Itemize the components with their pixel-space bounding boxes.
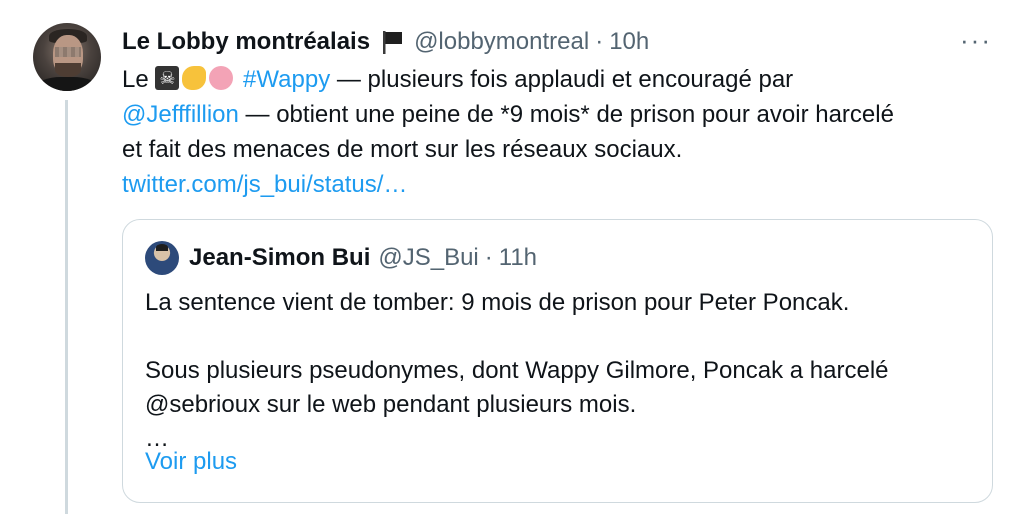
quoted-line-3: @sebrioux sur le web pendant plusieurs m… xyxy=(145,391,637,418)
tweet-text: Le #Wappy — plusieurs fois applaudi et e… xyxy=(122,62,1002,202)
text-le: Le xyxy=(122,66,149,93)
avatar-shirt xyxy=(37,77,97,91)
tweet-line-3: et fait des menaces de mort sur les rése… xyxy=(122,136,683,163)
brain-icon xyxy=(209,66,234,90)
hashtag-link[interactable]: #Wappy xyxy=(243,66,330,93)
avatar-beard xyxy=(55,63,81,77)
quoted-time: 11h xyxy=(498,244,538,271)
pirate-flag-icon xyxy=(155,66,180,90)
tweet-header: Le Lobby montréalais @lobbymontreal · 10… xyxy=(122,26,649,58)
quoted-avatar xyxy=(145,241,179,275)
thread-line xyxy=(65,100,68,514)
author-name[interactable]: Le Lobby montréalais xyxy=(122,28,370,56)
quoted-blank-line xyxy=(145,320,975,354)
tweet-line-2: @Jefffillion — obtient une peine de *9 m… xyxy=(122,97,1002,132)
quoted-line-2: Sous plusieurs pseudonymes, dont Wappy G… xyxy=(145,357,889,384)
author-avatar[interactable] xyxy=(33,23,101,91)
quoted-tweet[interactable]: Jean-Simon Bui @JS_Bui · 11h La sentence… xyxy=(122,219,993,503)
quoted-header: Jean-Simon Bui @JS_Bui · 11h xyxy=(145,240,537,276)
quoted-line-1: La sentence vient de tomber: 9 mois de p… xyxy=(145,289,850,316)
tweet-time[interactable]: 10h xyxy=(609,28,649,56)
separator-dot: · xyxy=(595,28,604,55)
tweet-line-1: Le #Wappy — plusieurs fois applaudi et e… xyxy=(122,62,1002,97)
show-more-link[interactable]: Voir plus xyxy=(145,448,237,476)
quoted-handle: @JS_Bui xyxy=(378,244,479,271)
quoted-text: La sentence vient de tomber: 9 mois de p… xyxy=(145,286,975,456)
quoted-author-name: Jean-Simon Bui xyxy=(189,244,371,271)
more-options-icon[interactable]: ··· xyxy=(958,27,994,58)
status-url-link[interactable]: twitter.com/js_bui/status/… xyxy=(122,167,1002,202)
quoted-separator: · xyxy=(484,244,493,271)
author-handle[interactable]: @lobbymontreal xyxy=(414,28,589,56)
black-flag-icon xyxy=(378,28,406,56)
pointing-hand-icon xyxy=(182,66,207,90)
avatar-blur xyxy=(55,47,81,57)
mention-link[interactable]: @Jefffillion xyxy=(122,101,239,128)
text-segment: — obtient une peine de *9 mois* de priso… xyxy=(238,101,894,128)
quoted-ellipsis: … xyxy=(145,425,169,452)
text-segment: — plusieurs fois applaudi et encouragé p… xyxy=(330,66,794,93)
